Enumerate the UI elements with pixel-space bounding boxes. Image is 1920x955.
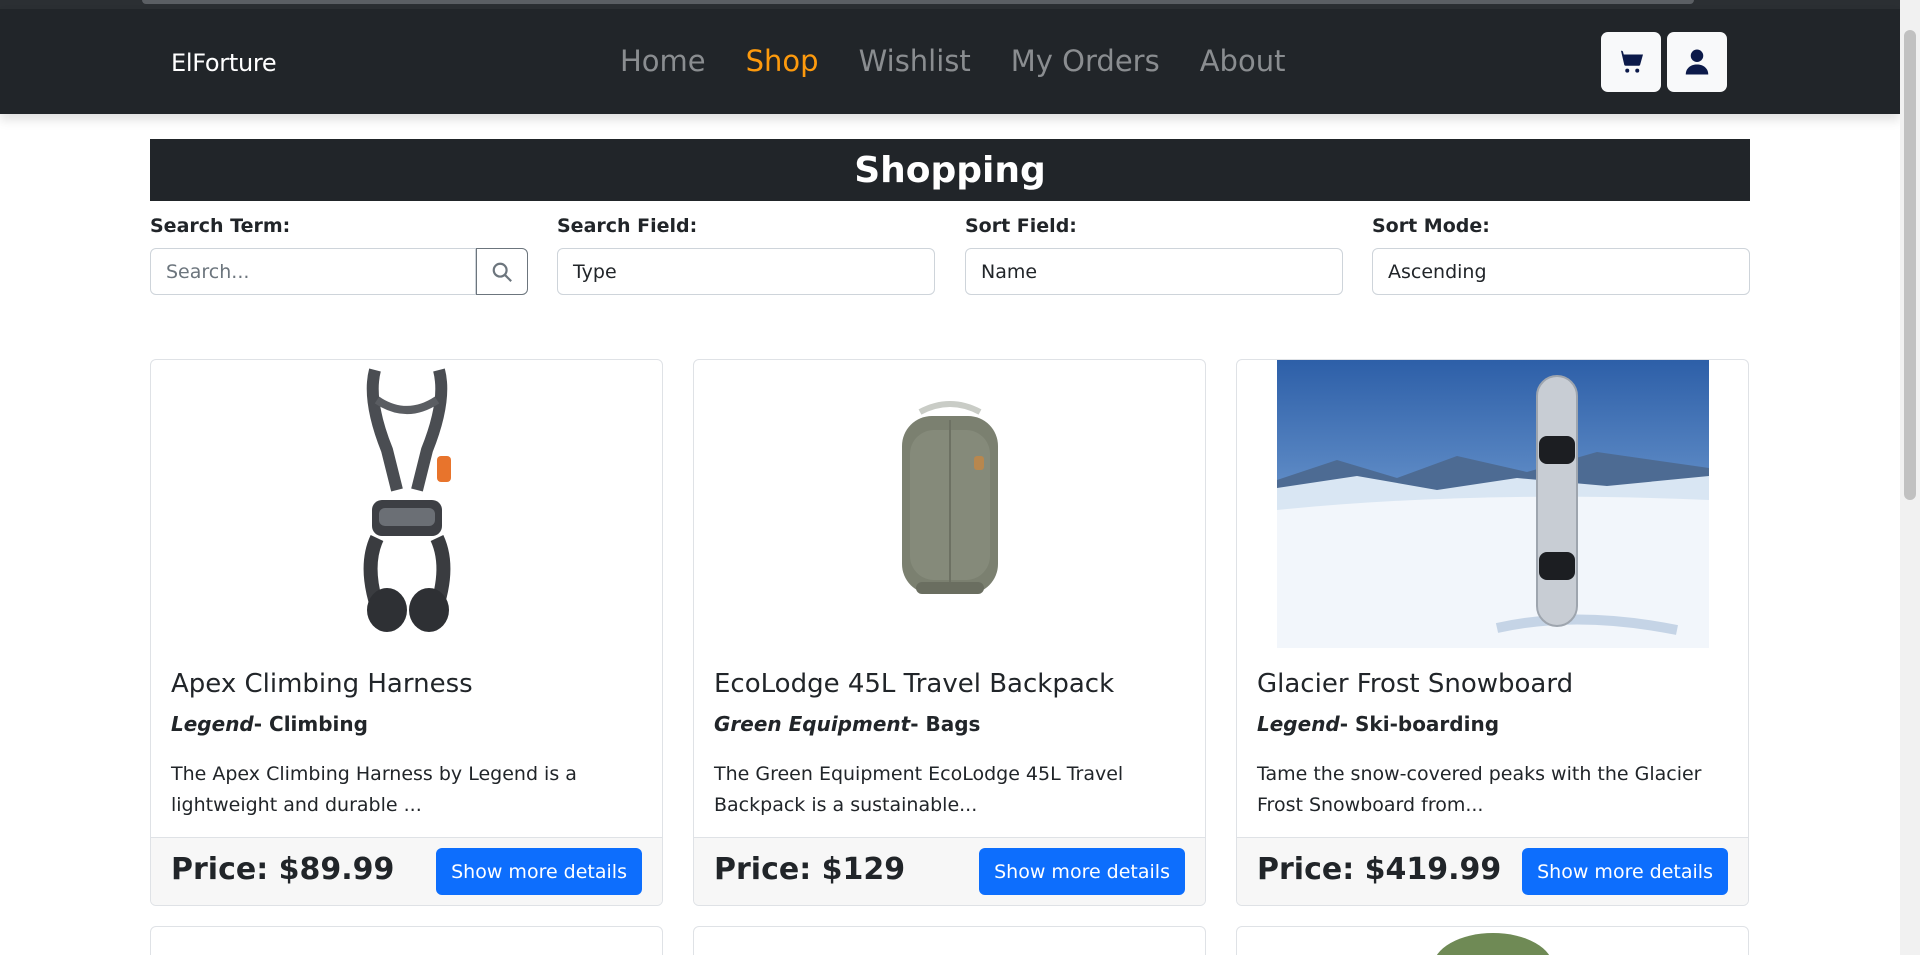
product-title[interactable]: EcoLodge 45L Travel Backpack (714, 669, 1114, 699)
search-field-label: Search Field: (557, 215, 698, 237)
search-field-filter: Search Field: Type (557, 215, 935, 295)
nav-home[interactable]: Home (600, 41, 726, 81)
show-more-details-button[interactable]: Show more details (979, 848, 1185, 895)
product-card: EcoLodge 45L Travel Backpack Green Equip… (693, 359, 1206, 906)
nav-about[interactable]: About (1180, 41, 1306, 81)
product-brand: Legend (171, 712, 254, 736)
search-term-filter: Search Term: Search... (150, 215, 528, 295)
product-category: - Bags (910, 712, 981, 736)
scrollbar[interactable] (1900, 0, 1920, 955)
nav-links: Home Shop Wishlist My Orders About (600, 41, 1305, 81)
user-icon (1685, 49, 1709, 75)
product-image-partial (1436, 933, 1550, 955)
product-price: Price: $419.99 (1257, 852, 1502, 887)
show-more-details-button[interactable]: Show more details (436, 848, 642, 895)
sort-mode-filter: Sort Mode: Ascending (1372, 215, 1750, 295)
product-title[interactable]: Apex Climbing Harness (171, 669, 473, 699)
product-image-snowboard[interactable] (1237, 360, 1748, 648)
search-input[interactable]: Search... (150, 248, 476, 295)
page-header: Shopping (150, 139, 1750, 201)
card-footer: Price: $129 Show more details (694, 837, 1205, 905)
product-brand-category: Legend- Climbing (171, 712, 368, 736)
product-brand-category: Green Equipment- Bags (714, 712, 980, 736)
user-button[interactable] (1667, 32, 1727, 92)
product-description: The Green Equipment EcoLodge 45L Travel … (714, 763, 1124, 816)
sort-mode-label: Sort Mode: (1372, 215, 1490, 237)
product-price: Price: $89.99 (171, 852, 395, 887)
page-title: Shopping (854, 149, 1046, 191)
cart-button[interactable] (1601, 32, 1661, 92)
nav-my-orders[interactable]: My Orders (991, 41, 1180, 81)
scrollbar-thumb[interactable] (1904, 30, 1916, 500)
product-card-partial[interactable] (150, 926, 663, 955)
product-image-harness[interactable] (151, 360, 662, 648)
browser-top-edge (0, 0, 1920, 9)
product-description: The Apex Climbing Harness by Legend is a… (171, 763, 577, 816)
sort-mode-select[interactable]: Ascending (1372, 248, 1750, 295)
sort-field-label: Sort Field: (965, 215, 1077, 237)
sort-field-filter: Sort Field: Name (965, 215, 1343, 295)
product-price: Price: $129 (714, 852, 906, 887)
product-brand: Green Equipment (714, 712, 911, 736)
product-description: Tame the snow-covered peaks with the Gla… (1257, 763, 1702, 816)
product-card-partial[interactable] (693, 926, 1206, 955)
product-category: - Climbing (253, 712, 368, 736)
navbar: ElForture Home Shop Wishlist My Orders A… (0, 9, 1900, 114)
nav-wishlist[interactable]: Wishlist (839, 41, 991, 81)
product-title[interactable]: Glacier Frost Snowboard (1257, 669, 1573, 699)
product-card: Glacier Frost Snowboard Legend- Ski-boar… (1236, 359, 1749, 906)
card-footer: Price: $419.99 Show more details (1237, 837, 1748, 905)
product-image-backpack[interactable] (694, 360, 1205, 648)
product-brand-category: Legend- Ski-boarding (1257, 712, 1499, 736)
card-footer: Price: $89.99 Show more details (151, 837, 662, 905)
product-card-partial[interactable] (1236, 926, 1749, 955)
search-icon (492, 262, 512, 282)
product-card: Apex Climbing Harness Legend- Climbing T… (150, 359, 663, 906)
product-brand: Legend (1257, 712, 1340, 736)
show-more-details-button[interactable]: Show more details (1522, 848, 1728, 895)
brand-logo[interactable]: ElForture (171, 49, 277, 77)
nav-shop[interactable]: Shop (726, 41, 839, 81)
search-field-select[interactable]: Type (557, 248, 935, 295)
sort-field-select[interactable]: Name (965, 248, 1343, 295)
search-term-label: Search Term: (150, 215, 291, 237)
search-button[interactable] (476, 248, 528, 295)
cart-icon (1617, 50, 1643, 73)
product-category: - Ski-boarding (1339, 712, 1500, 736)
